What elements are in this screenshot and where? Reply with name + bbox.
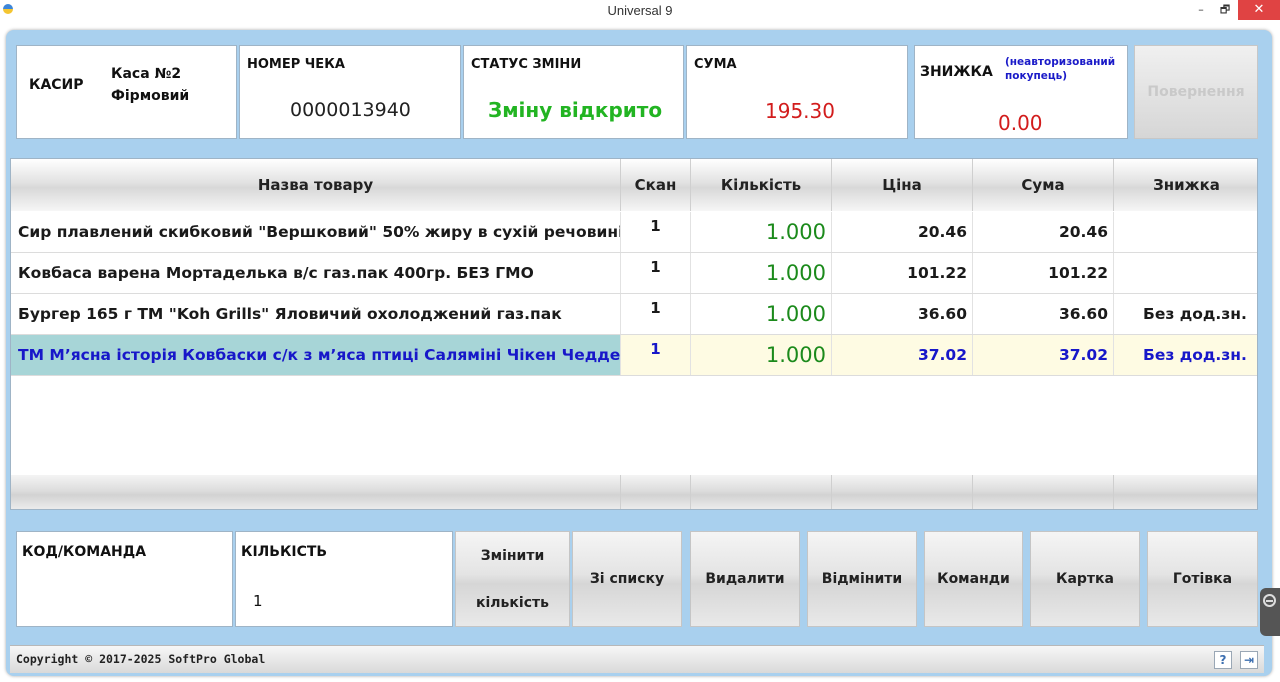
item-qty: 1.000 bbox=[691, 335, 832, 375]
sum-value: 195.30 bbox=[765, 99, 835, 123]
discount-label: ЗНИЖКА bbox=[920, 64, 993, 80]
table-row-selected[interactable]: ТМ М’ясна історія Ковбаски с/к з м’яса п… bbox=[11, 335, 1257, 376]
item-scan: 1 bbox=[621, 212, 691, 252]
col-name[interactable]: Назва товару bbox=[11, 159, 621, 211]
col-price[interactable]: Ціна bbox=[832, 159, 973, 211]
item-scan: 1 bbox=[621, 294, 691, 334]
item-price: 101.22 bbox=[832, 253, 973, 293]
item-scan: 1 bbox=[621, 253, 691, 293]
title-bar: Universal 9 – 🗗 ✕ bbox=[0, 0, 1280, 22]
item-qty: 1.000 bbox=[691, 253, 832, 293]
change-quantity-label-2: кількість bbox=[476, 595, 549, 611]
change-quantity-button[interactable]: Змінити кількість bbox=[455, 531, 570, 627]
item-name: Сир плавлений скибковий "Вершковий" 50% … bbox=[11, 212, 621, 252]
from-list-label: Зі списку bbox=[589, 571, 665, 587]
item-price: 37.02 bbox=[832, 335, 973, 375]
item-discount bbox=[1114, 253, 1257, 293]
help-icon[interactable]: ? bbox=[1214, 651, 1232, 669]
code-command-label: КОД/КОМАНДА bbox=[22, 544, 147, 560]
card-label: Картка bbox=[1056, 571, 1114, 587]
delete-label: Видалити bbox=[705, 571, 785, 587]
quantity-field[interactable]: КІЛЬКІСТЬ 1 bbox=[235, 531, 453, 627]
table-row[interactable]: Бургер 165 г ТМ "Koh Grills" Яловичий ох… bbox=[11, 294, 1257, 335]
items-table: Назва товару Скан Кількість Ціна Сума Зн… bbox=[10, 158, 1258, 510]
shift-label: СТАТУС ЗМІНИ bbox=[471, 57, 582, 72]
card-button[interactable]: Картка bbox=[1030, 531, 1140, 627]
table-row[interactable]: Ковбаса варена Мортаделька в/с газ.пак 4… bbox=[11, 253, 1257, 294]
code-command-field[interactable]: КОД/КОМАНДА bbox=[16, 531, 233, 627]
commands-label: Команди bbox=[937, 571, 1010, 587]
change-quantity-label-1: Змінити bbox=[480, 548, 545, 564]
cancel-label: Відмінити bbox=[821, 571, 903, 587]
item-discount: Без дод.зн. bbox=[1114, 335, 1257, 375]
table-footer bbox=[11, 475, 1257, 509]
from-list-button[interactable]: Зі списку bbox=[572, 531, 682, 627]
collapse-icon bbox=[1263, 594, 1276, 607]
discount-note: (неавторизований покупець) bbox=[1005, 56, 1116, 82]
commands-button[interactable]: Команди bbox=[924, 531, 1023, 627]
item-sum: 36.60 bbox=[973, 294, 1114, 334]
shift-status: Зміну відкрито bbox=[488, 98, 663, 122]
cashier-label: КАСИР bbox=[29, 77, 84, 93]
item-sum: 37.02 bbox=[973, 335, 1114, 375]
cancel-button[interactable]: Відмінити bbox=[807, 531, 917, 627]
col-sum[interactable]: Сума bbox=[973, 159, 1114, 211]
close-button[interactable]: ✕ bbox=[1238, 0, 1280, 20]
return-button[interactable]: Повернення bbox=[1134, 45, 1258, 139]
item-price: 36.60 bbox=[832, 294, 973, 334]
cashier-panel: КАСИР Каса №2 Фірмовий bbox=[16, 45, 237, 139]
col-quantity[interactable]: Кількість bbox=[691, 159, 832, 211]
col-discount[interactable]: Знижка bbox=[1114, 159, 1257, 211]
status-bar: Copyright © 2017-2025 SoftPro Global ? ⇥ bbox=[10, 645, 1264, 673]
item-qty: 1.000 bbox=[691, 212, 832, 252]
receipt-panel: НОМЕР ЧЕКА 0000013940 bbox=[239, 45, 461, 139]
shift-panel: СТАТУС ЗМІНИ Зміну відкрито bbox=[463, 45, 684, 139]
window-title: Universal 9 bbox=[607, 3, 673, 18]
delete-button[interactable]: Видалити bbox=[690, 531, 800, 627]
register-name: Каса №2 bbox=[111, 66, 182, 82]
quantity-label: КІЛЬКІСТЬ bbox=[241, 544, 328, 560]
exit-icon[interactable]: ⇥ bbox=[1240, 651, 1258, 669]
side-panel-tab[interactable] bbox=[1260, 588, 1280, 636]
quantity-value: 1 bbox=[253, 592, 263, 610]
item-sum: 20.46 bbox=[973, 212, 1114, 252]
receipt-label: НОМЕР ЧЕКА bbox=[247, 57, 345, 72]
receipt-number: 0000013940 bbox=[290, 99, 411, 121]
minimize-button[interactable]: – bbox=[1188, 0, 1214, 20]
sum-panel: СУМА 195.30 bbox=[686, 45, 908, 139]
item-qty: 1.000 bbox=[691, 294, 832, 334]
table-row[interactable]: Сир плавлений скибковий "Вершковий" 50% … bbox=[11, 212, 1257, 253]
item-discount bbox=[1114, 212, 1257, 252]
item-price: 20.46 bbox=[832, 212, 973, 252]
cash-label: Готівка bbox=[1172, 571, 1233, 587]
item-scan: 1 bbox=[621, 335, 691, 375]
discount-value: 0.00 bbox=[998, 111, 1043, 135]
item-name: Бургер 165 г ТМ "Koh Grills" Яловичий ох… bbox=[11, 294, 621, 334]
register-type: Фірмовий bbox=[111, 88, 190, 104]
sum-label: СУМА bbox=[694, 57, 737, 72]
item-name: Ковбаса варена Мортаделька в/с газ.пак 4… bbox=[11, 253, 621, 293]
copyright-text: Copyright © 2017-2025 SoftPro Global bbox=[16, 652, 266, 666]
col-scan[interactable]: Скан bbox=[621, 159, 691, 211]
item-discount: Без дод.зн. bbox=[1114, 294, 1257, 334]
item-sum: 101.22 bbox=[973, 253, 1114, 293]
cash-button[interactable]: Готівка bbox=[1147, 531, 1258, 627]
discount-panel: ЗНИЖКА (неавторизований покупець) 0.00 bbox=[914, 45, 1128, 139]
restore-button[interactable]: 🗗 bbox=[1212, 0, 1238, 20]
table-header: Назва товару Скан Кількість Ціна Сума Зн… bbox=[11, 159, 1257, 211]
item-name: ТМ М’ясна історія Ковбаски с/к з м’яса п… bbox=[11, 335, 621, 375]
